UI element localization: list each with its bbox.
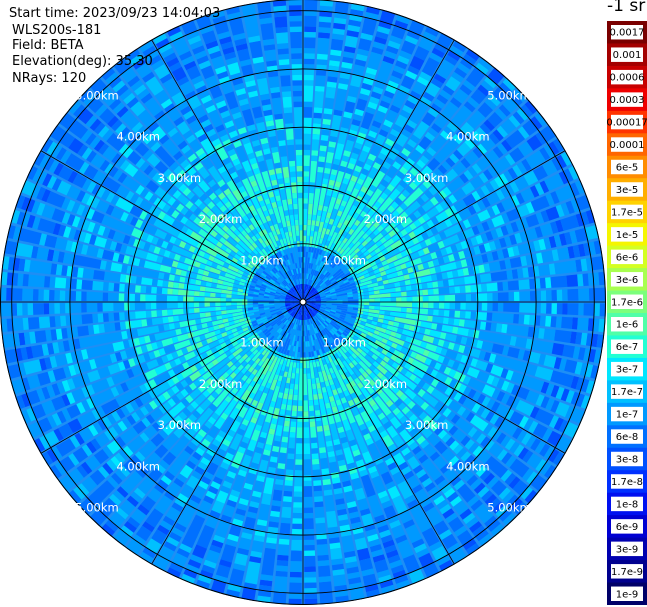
ring-label-5: 5.00km — [487, 89, 530, 103]
colorbar-label: 0.0006 — [610, 73, 645, 84]
colorbar-label: 3e-7 — [616, 365, 639, 376]
device-label: WLS200s-181 — [12, 23, 102, 38]
ray-2 — [406, 307, 413, 313]
ring-label-5: 5.00km — [75, 501, 118, 515]
colorbar-label: 6e-6 — [616, 252, 639, 263]
colorbar-label: 3e-5 — [616, 185, 639, 196]
start-time-label: Start time: 2023/09/23 14:04:03 — [9, 6, 221, 21]
ring-label-4: 4.00km — [446, 459, 489, 473]
nrays-label: NRays: 120 — [12, 71, 87, 86]
ring-label-5: 5.00km — [75, 89, 118, 103]
ring-label-1: 1.00km — [240, 336, 283, 350]
field-label: Field: BETA — [12, 38, 84, 53]
origin-marker — [299, 298, 307, 306]
ring-label-4: 4.00km — [116, 130, 159, 144]
colorbar-label: 1e-8 — [616, 499, 639, 510]
ring-label-3: 3.00km — [158, 171, 201, 185]
colorbar: 0.0017 0.001 0.0006 0.0003 0.00017 0.0001 6e-5… — [607, 21, 647, 605]
ring-label-3: 3.00km — [405, 171, 448, 185]
colorbar-label: 1.7e-7 — [611, 387, 643, 398]
ring-label-3: 3.00km — [158, 418, 201, 432]
elevation-label: Elevation(deg): 35.30 — [12, 54, 153, 69]
ring-label-1: 1.00km — [322, 253, 365, 267]
ray-32 — [292, 405, 298, 412]
ring-label-3: 3.00km — [405, 418, 448, 432]
colorbar-label: 3e-9 — [616, 544, 639, 555]
ring-label-1: 1.00km — [322, 336, 365, 350]
colorbar-label: 1e-5 — [616, 230, 639, 241]
ring-label-2: 2.00km — [364, 212, 407, 226]
colorbar-label: 1e-9 — [616, 589, 639, 600]
colorbar-label: 0.00017 — [607, 118, 647, 129]
colorbar-unit: -1 sr — [607, 0, 646, 16]
colorbar-label: 3e-6 — [616, 275, 639, 286]
ring-label-5: 5.00km — [487, 501, 530, 515]
colorbar-label: 0.0001 — [610, 140, 645, 151]
colorbar-label: 1.7e-9 — [611, 567, 643, 578]
colorbar-label: 0.001 — [613, 50, 642, 61]
ray-59 — [193, 307, 200, 313]
ring-label-4: 4.00km — [116, 459, 159, 473]
colorbar-label: 1e-6 — [616, 320, 639, 331]
colorbar-label: 1.7e-8 — [611, 477, 643, 488]
colorbar-label: 1.7e-6 — [611, 297, 643, 308]
ray-29 — [309, 421, 316, 428]
ring-label-2: 2.00km — [199, 377, 242, 391]
colorbar-label: 1e-7 — [616, 410, 639, 421]
ring-label-2: 2.00km — [364, 377, 407, 391]
colorbar-label: 0.0017 — [610, 28, 645, 39]
ring-label-4: 4.00km — [446, 130, 489, 144]
ring-label-2: 2.00km — [199, 212, 242, 226]
ring-label-1: 1.00km — [240, 253, 283, 267]
colorbar-label: 0.0003 — [610, 95, 645, 106]
colorbar-label: 6e-8 — [616, 432, 639, 443]
colorbar-label: 6e-5 — [616, 163, 639, 174]
colorbar-label: 6e-7 — [616, 342, 639, 353]
polar-heatmap: 1.00km 1.00km 1.00km 1.00km 2.00km 2.00km 2.00… — [0, 0, 606, 605]
colorbar-label: 1.7e-5 — [611, 207, 643, 218]
colorbar-label: 3e-8 — [616, 455, 639, 466]
chart-area: 1.00km 1.00km 1.00km 1.00km 2.00km 2.00km 2.00… — [0, 0, 647, 607]
colorbar-label: 6e-9 — [616, 522, 639, 533]
